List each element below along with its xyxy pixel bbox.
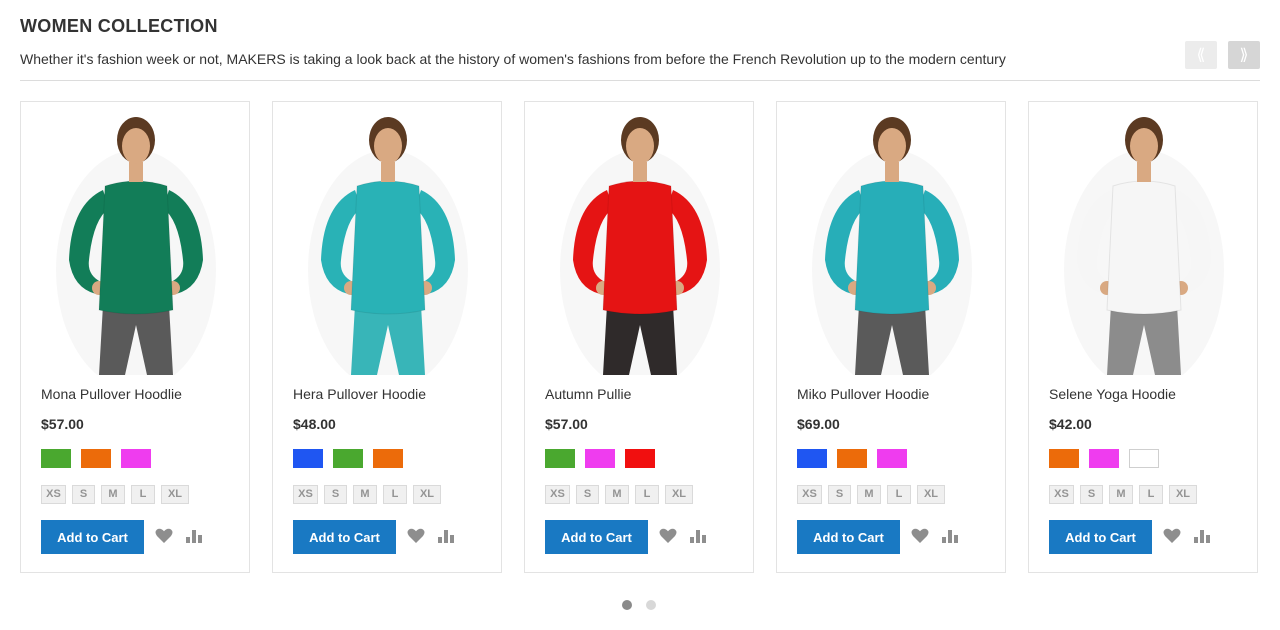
product-price: $48.00 — [293, 416, 336, 432]
heart-icon[interactable] — [155, 528, 173, 544]
model-figure-illustration — [560, 117, 720, 375]
color-swatch[interactable] — [837, 449, 867, 468]
pagination-dot[interactable] — [622, 600, 632, 610]
color-swatch[interactable] — [625, 449, 655, 468]
product-image[interactable] — [545, 110, 735, 375]
heart-icon[interactable] — [659, 528, 677, 544]
add-to-cart-button[interactable]: Add to Cart — [545, 520, 648, 554]
size-option[interactable]: XL — [1169, 485, 1197, 504]
product-price: $57.00 — [545, 416, 588, 432]
add-to-cart-button[interactable]: Add to Cart — [797, 520, 900, 554]
size-option[interactable]: L — [635, 485, 659, 504]
pagination-dot[interactable] — [646, 600, 656, 610]
color-swatches — [1049, 449, 1169, 468]
size-option[interactable]: XS — [797, 485, 822, 504]
size-option[interactable]: L — [131, 485, 155, 504]
size-option[interactable]: XS — [41, 485, 66, 504]
size-options: XS S M L XL — [293, 485, 447, 504]
compare-bars-icon[interactable] — [941, 528, 959, 544]
model-figure-illustration — [308, 117, 468, 375]
color-swatch[interactable] — [1049, 449, 1079, 468]
size-options: XS S M L XL — [797, 485, 951, 504]
model-figure-illustration — [812, 117, 972, 375]
compare-bars-icon[interactable] — [185, 528, 203, 544]
color-swatches — [797, 449, 917, 468]
color-swatch[interactable] — [545, 449, 575, 468]
product-image[interactable] — [293, 110, 483, 375]
color-swatches — [293, 449, 413, 468]
size-option[interactable]: L — [383, 485, 407, 504]
size-option[interactable]: XL — [161, 485, 189, 504]
section-description: Whether it's fashion week or not, MAKERS… — [20, 51, 1006, 67]
size-option[interactable]: L — [887, 485, 911, 504]
color-swatch[interactable] — [373, 449, 403, 468]
section-title: WOMEN COLLECTION — [20, 16, 218, 36]
size-option[interactable]: S — [576, 485, 599, 504]
product-name-link[interactable]: Miko Pullover Hoodie — [797, 386, 929, 402]
size-option[interactable]: L — [1139, 485, 1163, 504]
product-price: $69.00 — [797, 416, 840, 432]
heart-icon[interactable] — [911, 528, 929, 544]
color-swatch[interactable] — [797, 449, 827, 468]
heart-icon[interactable] — [407, 528, 425, 544]
product-card: Selene Yoga Hoodie $42.00 XS S M L XL Add to Ca… — [1028, 101, 1258, 573]
color-swatch[interactable] — [41, 449, 71, 468]
product-image[interactable] — [1049, 110, 1239, 375]
size-options: XS S M L XL — [545, 485, 699, 504]
size-option[interactable]: XS — [1049, 485, 1074, 504]
product-card: Autumn Pullie $57.00 XS S M L XL Add to Cart — [524, 101, 754, 573]
size-option[interactable]: S — [72, 485, 95, 504]
heart-icon[interactable] — [1163, 528, 1181, 544]
color-swatch[interactable] — [877, 449, 907, 468]
product-card: Miko Pullover Hoodie $69.00 XS S M L XL Add to … — [776, 101, 1006, 573]
product-name-link[interactable]: Mona Pullover Hoodlie — [41, 386, 182, 402]
product-image[interactable] — [797, 110, 987, 375]
add-to-cart-button[interactable]: Add to Cart — [41, 520, 144, 554]
color-swatch[interactable] — [121, 449, 151, 468]
product-price: $57.00 — [41, 416, 84, 432]
carousel-pagination — [622, 600, 670, 610]
compare-bars-icon[interactable] — [437, 528, 455, 544]
size-option[interactable]: M — [1109, 485, 1133, 504]
carousel-prev-button[interactable]: ⟪ — [1185, 41, 1217, 69]
color-swatch[interactable] — [585, 449, 615, 468]
carousel-next-button[interactable]: ⟫ — [1228, 41, 1260, 69]
add-to-cart-button[interactable]: Add to Cart — [1049, 520, 1152, 554]
product-card: Mona Pullover Hoodlie $57.00 XS S M L XL Add to… — [20, 101, 250, 573]
product-name-link[interactable]: Hera Pullover Hoodie — [293, 386, 426, 402]
color-swatch[interactable] — [333, 449, 363, 468]
size-option[interactable]: S — [324, 485, 347, 504]
size-option[interactable]: M — [101, 485, 125, 504]
model-figure-illustration — [1064, 117, 1224, 375]
compare-bars-icon[interactable] — [689, 528, 707, 544]
size-option[interactable]: XL — [917, 485, 945, 504]
size-options: XS S M L XL — [1049, 485, 1203, 504]
size-option[interactable]: S — [1080, 485, 1103, 504]
product-price: $42.00 — [1049, 416, 1092, 432]
product-image[interactable] — [41, 110, 231, 375]
divider — [20, 80, 1260, 81]
model-figure-illustration — [56, 117, 216, 375]
color-swatch[interactable] — [293, 449, 323, 468]
size-options: XS S M L XL — [41, 485, 195, 504]
size-option[interactable]: XL — [413, 485, 441, 504]
size-option[interactable]: S — [828, 485, 851, 504]
color-swatch[interactable] — [1129, 449, 1159, 468]
color-swatch[interactable] — [1089, 449, 1119, 468]
compare-bars-icon[interactable] — [1193, 528, 1211, 544]
add-to-cart-button[interactable]: Add to Cart — [293, 520, 396, 554]
color-swatches — [545, 449, 665, 468]
size-option[interactable]: XS — [293, 485, 318, 504]
color-swatches — [41, 449, 161, 468]
size-option[interactable]: M — [857, 485, 881, 504]
product-name-link[interactable]: Selene Yoga Hoodie — [1049, 386, 1176, 402]
size-option[interactable]: M — [353, 485, 377, 504]
size-option[interactable]: XL — [665, 485, 693, 504]
product-card: Hera Pullover Hoodie $48.00 XS S M L XL Add to … — [272, 101, 502, 573]
color-swatch[interactable] — [81, 449, 111, 468]
product-name-link[interactable]: Autumn Pullie — [545, 386, 631, 402]
size-option[interactable]: XS — [545, 485, 570, 504]
size-option[interactable]: M — [605, 485, 629, 504]
